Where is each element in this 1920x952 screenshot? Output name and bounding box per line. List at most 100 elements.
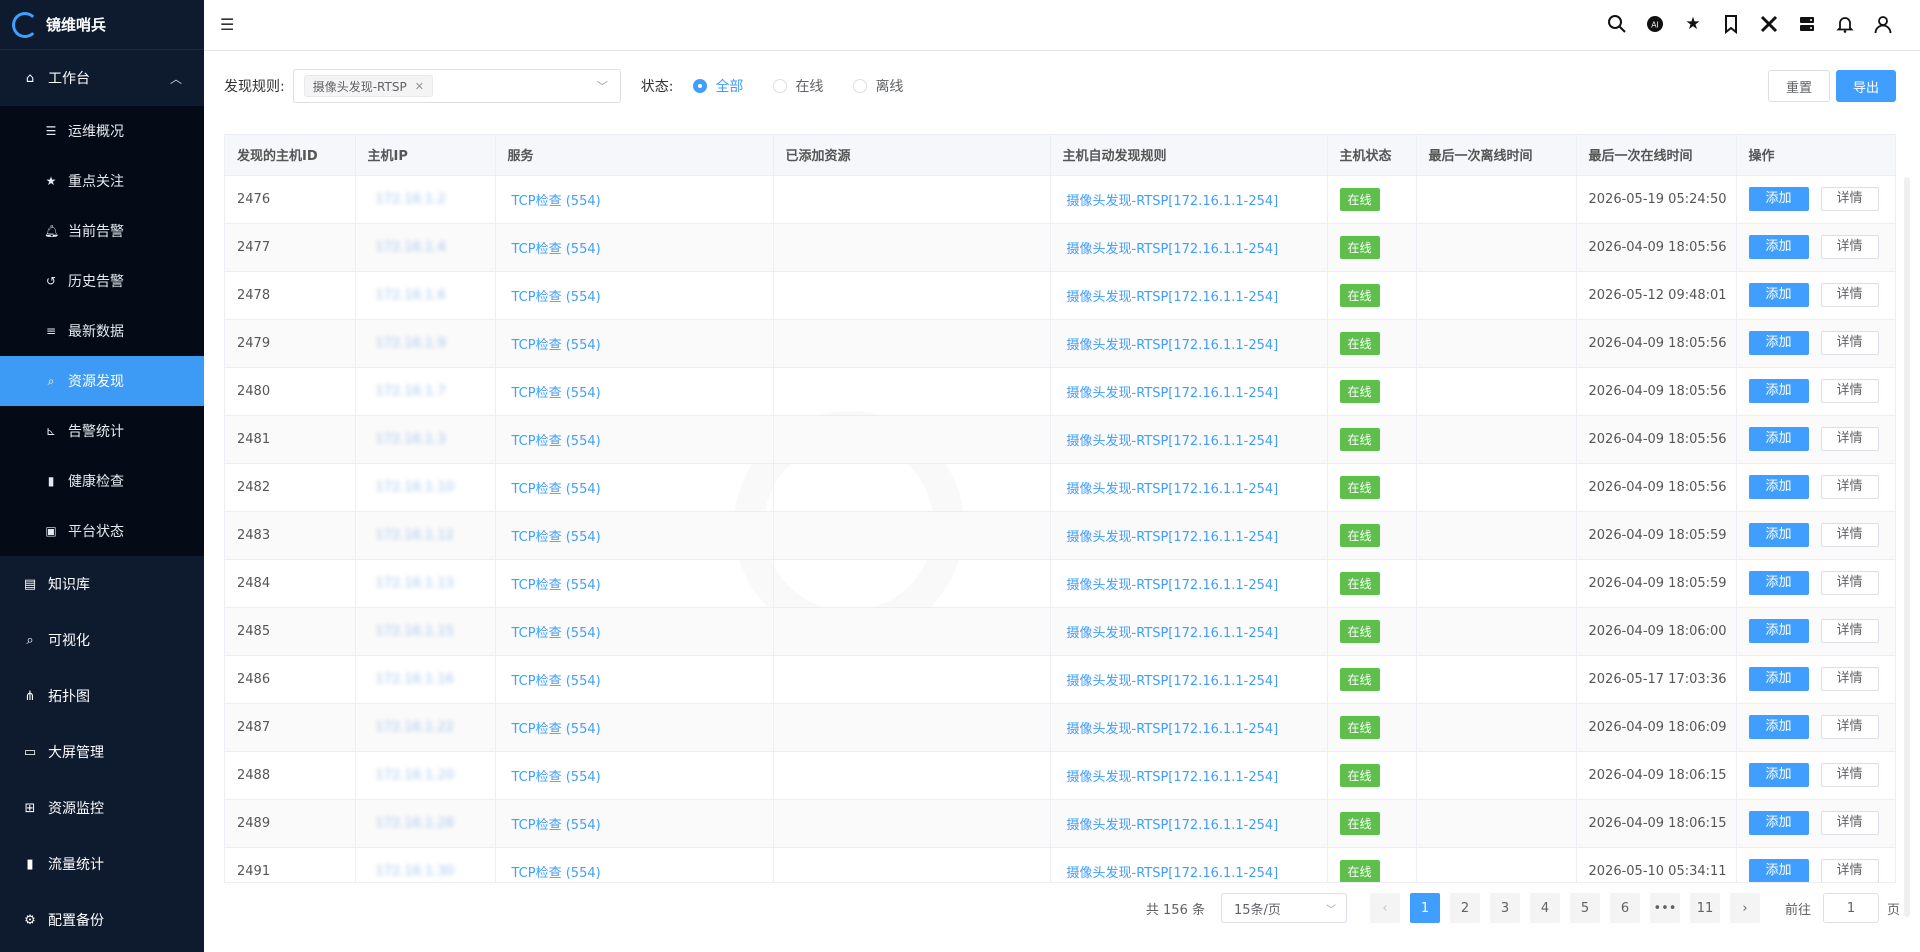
server-icon[interactable]	[1796, 13, 1818, 35]
rule-link[interactable]: 摄像头发现-RTSP[172.16.1.1-254]	[1063, 482, 1279, 497]
add-button[interactable]: 添加	[1748, 811, 1809, 835]
next-page-button[interactable]: ›	[1729, 893, 1760, 923]
rule-link[interactable]: 摄像头发现-RTSP[172.16.1.1-254]	[1063, 722, 1279, 737]
column-header[interactable]: 主机自动发现规则	[1050, 135, 1328, 176]
detail-button[interactable]: 详情	[1820, 283, 1879, 307]
bell-icon[interactable]	[1834, 13, 1856, 35]
bookmark-icon[interactable]	[1720, 13, 1742, 35]
goto-input[interactable]: 1	[1822, 893, 1879, 923]
sidebar-item-focus[interactable]: ★ 重点关注	[0, 156, 204, 206]
ai-chat-icon[interactable]: AI	[1644, 13, 1666, 35]
radio-online[interactable]: 在线	[773, 76, 823, 96]
service-link[interactable]: TCP检查 (554)	[508, 818, 601, 833]
service-link[interactable]: TCP检查 (554)	[508, 626, 601, 641]
sidebar-item-screen[interactable]: ▭ 大屏管理	[0, 724, 204, 780]
service-link[interactable]: TCP检查 (554)	[508, 434, 601, 449]
column-header[interactable]: 最后一次在线时间	[1576, 135, 1737, 176]
page-size-select[interactable]: 15条/页 ﹀	[1220, 893, 1347, 923]
column-header[interactable]: 操作	[1736, 135, 1895, 176]
service-link[interactable]: TCP检查 (554)	[508, 242, 601, 257]
menu-toggle-icon[interactable]: ☰	[220, 15, 238, 34]
logo[interactable]: 镜维哨兵	[0, 0, 204, 50]
detail-button[interactable]: 详情	[1820, 859, 1879, 882]
add-button[interactable]: 添加	[1748, 859, 1809, 882]
rule-link[interactable]: 摄像头发现-RTSP[172.16.1.1-254]	[1063, 578, 1279, 593]
rule-link[interactable]: 摄像头发现-RTSP[172.16.1.1-254]	[1063, 434, 1279, 449]
detail-button[interactable]: 详情	[1820, 379, 1879, 403]
sidebar-item-resource-monitor[interactable]: ⊞ 资源监控	[0, 780, 204, 836]
service-link[interactable]: TCP检查 (554)	[508, 530, 601, 545]
service-link[interactable]: TCP检查 (554)	[508, 770, 601, 785]
add-button[interactable]: 添加	[1748, 235, 1809, 259]
page-button[interactable]: 6	[1609, 893, 1640, 923]
detail-button[interactable]: 详情	[1820, 475, 1879, 499]
add-button[interactable]: 添加	[1748, 427, 1809, 451]
column-header[interactable]: 服务	[495, 135, 774, 176]
service-link[interactable]: TCP检查 (554)	[508, 194, 601, 209]
sidebar-item-knowledge[interactable]: ▤ 知识库	[0, 556, 204, 612]
service-link[interactable]: TCP检查 (554)	[508, 338, 601, 353]
sidebar-item-current-alarm[interactable]: 🔔︎ 当前告警	[0, 206, 204, 256]
detail-button[interactable]: 详情	[1820, 667, 1879, 691]
rule-link[interactable]: 摄像头发现-RTSP[172.16.1.1-254]	[1063, 290, 1279, 305]
detail-button[interactable]: 详情	[1820, 619, 1879, 643]
search-icon[interactable]	[1606, 13, 1628, 35]
detail-button[interactable]: 详情	[1820, 811, 1879, 835]
column-header[interactable]: 最后一次离线时间	[1416, 135, 1577, 176]
detail-button[interactable]: 详情	[1820, 523, 1879, 547]
sidebar-item-health-check[interactable]: ▮ 健康检查	[0, 456, 204, 506]
rule-link[interactable]: 摄像头发现-RTSP[172.16.1.1-254]	[1063, 866, 1279, 881]
detail-button[interactable]: 详情	[1820, 235, 1879, 259]
radio-offline[interactable]: 离线	[853, 76, 903, 96]
add-button[interactable]: 添加	[1748, 763, 1809, 787]
detail-button[interactable]: 详情	[1820, 427, 1879, 451]
service-link[interactable]: TCP检查 (554)	[508, 578, 601, 593]
sidebar-item-history-alarm[interactable]: ↺ 历史告警	[0, 256, 204, 306]
add-button[interactable]: 添加	[1748, 571, 1809, 595]
rule-link[interactable]: 摄像头发现-RTSP[172.16.1.1-254]	[1063, 530, 1279, 545]
rule-link[interactable]: 摄像头发现-RTSP[172.16.1.1-254]	[1063, 770, 1279, 785]
add-button[interactable]: 添加	[1748, 619, 1809, 643]
page-button[interactable]: 4	[1529, 893, 1560, 923]
sidebar-item-topology[interactable]: ⋔ 拓扑图	[0, 668, 204, 724]
export-button[interactable]: 导出	[1836, 70, 1896, 102]
add-button[interactable]: 添加	[1748, 379, 1809, 403]
sidebar-item-traffic[interactable]: ▮ 流量统计	[0, 836, 204, 892]
rule-link[interactable]: 摄像头发现-RTSP[172.16.1.1-254]	[1063, 194, 1279, 209]
detail-button[interactable]: 详情	[1820, 571, 1879, 595]
rule-link[interactable]: 摄像头发现-RTSP[172.16.1.1-254]	[1063, 242, 1279, 257]
sidebar-item-workbench[interactable]: ⌂ 工作台 ︿	[0, 50, 204, 106]
rule-link[interactable]: 摄像头发现-RTSP[172.16.1.1-254]	[1063, 818, 1279, 833]
service-link[interactable]: TCP检查 (554)	[508, 722, 601, 737]
service-link[interactable]: TCP检查 (554)	[508, 866, 601, 881]
detail-button[interactable]: 详情	[1820, 187, 1879, 211]
detail-button[interactable]: 详情	[1820, 715, 1879, 739]
more-pages-button[interactable]: •••	[1649, 893, 1680, 923]
user-icon[interactable]	[1872, 13, 1894, 35]
add-button[interactable]: 添加	[1748, 667, 1809, 691]
reset-button[interactable]: 重置	[1768, 70, 1830, 102]
close-icon[interactable]: ✕	[415, 80, 424, 93]
service-link[interactable]: TCP检查 (554)	[508, 386, 601, 401]
rule-link[interactable]: 摄像头发现-RTSP[172.16.1.1-254]	[1063, 386, 1279, 401]
service-link[interactable]: TCP检查 (554)	[508, 674, 601, 689]
service-link[interactable]: TCP检查 (554)	[508, 482, 601, 497]
sidebar-item-alarm-stats[interactable]: ⊾ 告警统计	[0, 406, 204, 456]
service-link[interactable]: TCP检查 (554)	[508, 290, 601, 305]
column-header[interactable]: 主机IP	[355, 135, 496, 176]
add-button[interactable]: 添加	[1748, 475, 1809, 499]
add-button[interactable]: 添加	[1748, 187, 1809, 211]
page-button[interactable]: 11	[1689, 893, 1720, 923]
column-header[interactable]: 已添加资源	[773, 135, 1051, 176]
rule-link[interactable]: 摄像头发现-RTSP[172.16.1.1-254]	[1063, 626, 1279, 641]
page-button[interactable]: 3	[1489, 893, 1520, 923]
page-button[interactable]: 2	[1449, 893, 1480, 923]
star-icon[interactable]: ★	[1682, 13, 1704, 35]
radio-all[interactable]: 全部	[693, 76, 743, 96]
add-button[interactable]: 添加	[1748, 715, 1809, 739]
tools-icon[interactable]	[1758, 13, 1780, 35]
column-header[interactable]: 发现的主机ID	[225, 135, 356, 176]
page-button[interactable]: 5	[1569, 893, 1600, 923]
sidebar-item-overview[interactable]: ☰ 运维概况	[0, 106, 204, 156]
sidebar-item-visualization[interactable]: ⌕ 可视化	[0, 612, 204, 668]
